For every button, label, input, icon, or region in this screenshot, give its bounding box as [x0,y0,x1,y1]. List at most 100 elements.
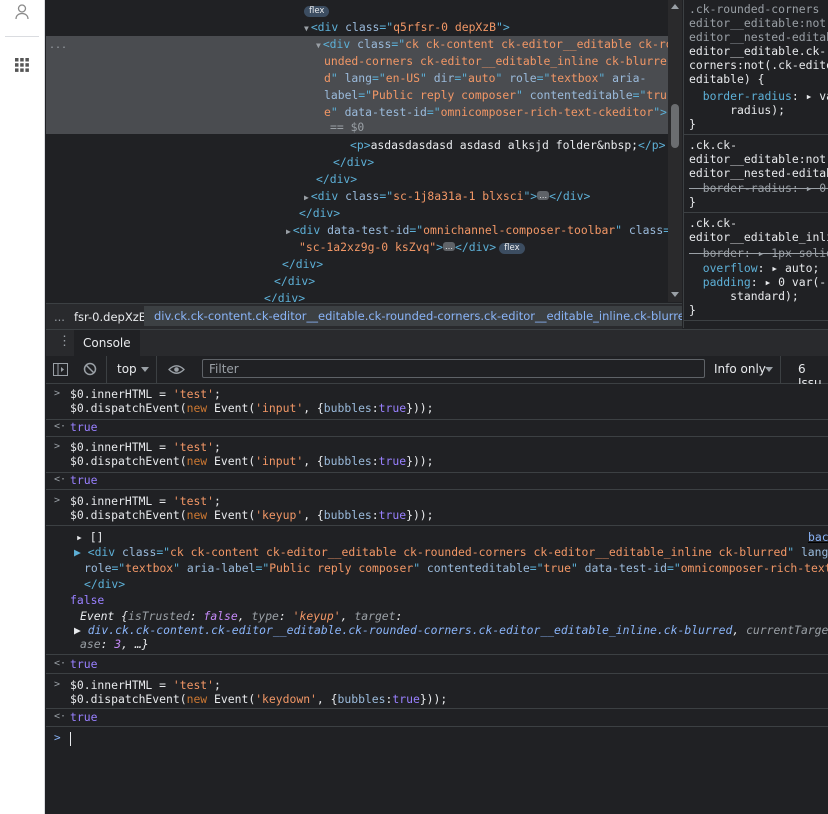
dom-node-line[interactable]: </div> [333,154,374,171]
style-line[interactable]: } [689,303,696,318]
breadcrumb-item[interactable]: fsr-0.depXzB [74,310,147,324]
code-token: " [413,561,427,575]
code-token: omnicomposer-rich-text-ckeditor [440,105,654,119]
css-property-value[interactable]: : ▸ auto; [758,261,820,275]
drawer-menu-icon[interactable]: ⋮ [58,334,71,349]
code-token: =" [156,545,171,559]
code-token: isTrusted [128,609,190,623]
chevron-down-icon[interactable] [141,367,149,372]
style-line[interactable]: border: ▸ 1px solid [689,246,828,261]
clear-console-icon[interactable] [83,362,97,376]
code-token: <div [322,37,358,51]
style-line[interactable]: editor__editable:not( [689,16,828,31]
elements-scrollbar[interactable] [668,0,682,302]
elements-scrollbar-thumb[interactable] [671,104,679,148]
dom-node-line[interactable]: == $0 [330,119,364,136]
collapse-triangle-icon[interactable]: ▶ [304,193,309,202]
dom-node-line[interactable]: "sc-1a2xz9g-0 ksZvq">… </div> flex [299,239,525,256]
scroll-down-arrow-icon[interactable] [671,292,679,298]
chevron-down-icon[interactable] [765,367,773,372]
css-property-name[interactable]: border-radius [703,89,792,103]
style-line[interactable]: .ck.ck- [689,138,737,153]
dom-node-line[interactable]: ▶ <div data-test-id="omnichannel-composer… [286,222,668,239]
code-token: new [186,508,215,522]
log-element: role="textbox" aria-label="Public reply … [84,561,828,575]
dom-node-line[interactable]: e" data-test-id="omnicomposer-rich-text-… [324,104,667,121]
style-line[interactable]: .ck.ck- [689,216,737,231]
collapse-triangle-icon[interactable]: ▶ [286,227,291,236]
css-property-value[interactable]: : ▸ var [792,89,828,103]
flex-badge[interactable]: flex [304,6,330,17]
style-line[interactable]: radius); [689,103,785,118]
log-array: ▸ [] [76,530,103,544]
dom-node-line[interactable]: </div> [316,171,357,188]
dom-node-line[interactable]: </div> [299,205,340,222]
source-link[interactable]: bac [808,530,828,544]
dom-node-line[interactable]: </div> [274,273,315,290]
dom-node-line[interactable]: ▼ <div class="q5rfsr-0 depXzB"> [304,19,510,36]
style-line[interactable]: .ck-rounded-corners . [689,2,828,17]
style-line[interactable]: overflow: ▸ auto; [689,261,820,276]
sidebar-toggle-icon[interactable] [53,363,68,376]
dom-node-line[interactable]: d" lang="en-US" dir="auto" role="textbox… [324,70,646,87]
apps-grid-icon[interactable] [10,53,34,77]
breadcrumb-overflow[interactable]: ... [54,310,65,324]
style-line[interactable]: corners:not(.ck-edito [689,58,828,73]
dom-node-line[interactable]: flex [304,2,330,19]
console-line: $0.innerHTML = 'test'; [70,387,221,401]
dom-node-line[interactable]: unded-corners ck-editor__editable_inline… [324,53,667,70]
expand-triangle-icon[interactable]: ▼ [304,24,309,33]
style-line[interactable]: editor__nested-editab [689,30,828,45]
code-token: new [186,401,215,415]
tab-console[interactable]: Console [74,330,140,356]
dom-node-line[interactable]: label="Public reply composer" contentedi… [324,87,667,104]
dom-node-line[interactable]: </div> [282,256,323,273]
row-menu-dots[interactable]: ... [49,38,67,55]
code-token: =" [111,561,126,575]
collapsed-children-ellipsis[interactable]: … [537,191,550,200]
style-line[interactable]: padding: ▸ 0 var(-- [689,275,828,290]
code-token: : [100,637,115,651]
style-line[interactable]: } [689,195,696,210]
context-select[interactable]: top [117,362,137,376]
dom-node-line[interactable]: ▼ <div class="ck ck-content ck-editor__ed… [316,36,668,53]
dom-node-line[interactable]: </div> [264,290,305,302]
console-caret[interactable] [70,732,71,746]
code-token: , [237,609,252,623]
log-level-select[interactable]: Info only [714,362,766,376]
css-property-value[interactable]: : ▸ 0 var(-- [751,275,828,289]
code-token: })); [419,692,448,706]
code-token: Event( [214,401,256,415]
breadcrumb-item-active[interactable]: div.ck.ck-content.ck-editor__editable.ck… [144,306,682,326]
style-line[interactable]: editor__editable:not( [689,152,828,167]
scroll-up-arrow-icon[interactable] [671,4,679,10]
style-line[interactable]: editor__editable.ck-r [689,44,828,59]
dom-node-line[interactable]: <p>asdasdasdasd asdasd alksjd folder&nbs… [350,137,665,154]
sidebar-separator [5,36,39,37]
eye-icon[interactable] [168,364,185,375]
devtools-panel: ... flex ▼ <div class="q5rfsr-0 depXzB"> ▼ <… [46,0,828,814]
code-token: 'test' [172,387,215,401]
style-line[interactable]: editor__nested-editab [689,166,828,181]
style-line[interactable]: border-radius: ▸ var [689,89,828,104]
code-token: bubbles [323,508,372,522]
css-property-name[interactable]: padding [703,275,751,289]
code-token: Event( [214,508,256,522]
console-input-prompt[interactable]: > [54,731,61,745]
flex-badge[interactable]: flex [499,243,525,254]
input-prompt-icon: > [54,495,61,506]
collapsed-children-ellipsis[interactable]: … [443,242,456,251]
code-token: ▶ <div [74,545,123,559]
css-property-name[interactable]: overflow [703,261,758,275]
filter-input[interactable] [202,359,705,378]
style-line[interactable]: border-radius: ▸ 0; [689,181,828,196]
style-line[interactable]: } [689,117,696,132]
dom-node-line[interactable]: ▶ <div class="sc-1j8a31a-1 blxsci">… </div… [304,188,590,205]
style-line[interactable]: editable) { [689,72,764,87]
user-icon[interactable] [10,0,34,24]
style-line[interactable]: standard); [689,289,799,304]
expand-triangle-icon[interactable]: ▼ [316,41,321,50]
style-line[interactable]: editor__editable_inli [689,230,828,245]
code-token: contenteditable [426,561,530,575]
code-token: ; [214,678,221,692]
